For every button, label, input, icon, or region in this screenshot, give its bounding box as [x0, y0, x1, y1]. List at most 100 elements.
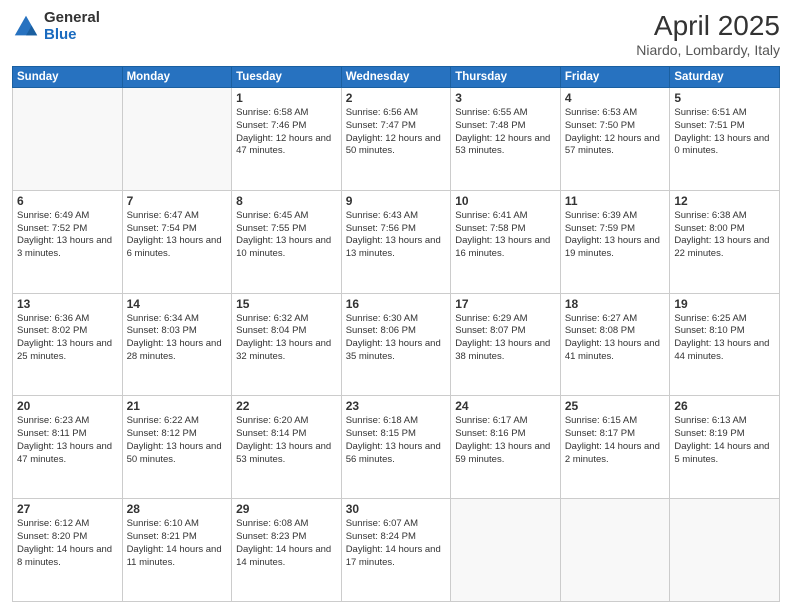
day-info: Sunrise: 6:13 AM Sunset: 8:19 PM Dayligh…	[674, 415, 775, 466]
calendar-cell: 23 Sunrise: 6:18 AM Sunset: 8:15 PM Dayli…	[341, 396, 451, 499]
calendar-cell: 10Sunrise: 6:41 AM Sunset: 7:58 PM Dayli…	[451, 190, 561, 293]
calendar-cell	[451, 499, 561, 602]
calendar-cell: 21Sunrise: 6:22 AM Sunset: 8:12 PM Dayli…	[122, 396, 232, 499]
col-wednesday: Wednesday	[341, 67, 451, 88]
day-info: Sunrise: 6:25 AM Sunset: 8:10 PM Dayligh…	[674, 313, 775, 364]
calendar-cell	[122, 88, 232, 191]
day-info: Sunrise: 6:36 AM Sunset: 8:02 PM Dayligh…	[17, 313, 118, 364]
day-number: 25	[565, 399, 666, 413]
day-number: 2	[346, 91, 447, 105]
day-number: 28	[127, 502, 228, 516]
calendar-cell: 25 Sunrise: 6:15 AM Sunset: 8:17 PM Dayli…	[560, 396, 670, 499]
calendar-cell: 24 Sunrise: 6:17 AM Sunset: 8:16 PM Dayli…	[451, 396, 561, 499]
day-info: Sunrise: 6:53 AM Sunset: 7:50 PM Dayligh…	[565, 107, 666, 158]
col-monday: Monday	[122, 67, 232, 88]
calendar-cell: 7 Sunrise: 6:47 AM Sunset: 7:54 PM Daylig…	[122, 190, 232, 293]
calendar-cell: 8 Sunrise: 6:45 AM Sunset: 7:55 PM Daylig…	[232, 190, 342, 293]
calendar-cell: 5Sunrise: 6:51 AM Sunset: 7:51 PM Daylig…	[670, 88, 780, 191]
day-info: Sunrise: 6:39 AM Sunset: 7:59 PM Dayligh…	[565, 210, 666, 261]
day-info: Sunrise: 6:38 AM Sunset: 8:00 PM Dayligh…	[674, 210, 775, 261]
day-info: Sunrise: 6:34 AM Sunset: 8:03 PM Dayligh…	[127, 313, 228, 364]
day-info: Sunrise: 6:15 AM Sunset: 8:17 PM Dayligh…	[565, 415, 666, 466]
day-info: Sunrise: 6:32 AM Sunset: 8:04 PM Dayligh…	[236, 313, 337, 364]
day-number: 12	[674, 194, 775, 208]
calendar-cell: 26 Sunrise: 6:13 AM Sunset: 8:19 PM Dayli…	[670, 396, 780, 499]
day-info: Sunrise: 6:17 AM Sunset: 8:16 PM Dayligh…	[455, 415, 556, 466]
day-number: 6	[17, 194, 118, 208]
calendar-cell: 15 Sunrise: 6:32 AM Sunset: 8:04 PM Dayli…	[232, 293, 342, 396]
calendar-cell: 30 Sunrise: 6:07 AM Sunset: 8:24 PM Dayli…	[341, 499, 451, 602]
day-number: 23	[346, 399, 447, 413]
day-number: 14	[127, 297, 228, 311]
calendar-cell: 4 Sunrise: 6:53 AM Sunset: 7:50 PM Daylig…	[560, 88, 670, 191]
day-number: 22	[236, 399, 337, 413]
calendar-week-row: 20 Sunrise: 6:23 AM Sunset: 8:11 PM Dayli…	[13, 396, 780, 499]
day-info: Sunrise: 6:23 AM Sunset: 8:11 PM Dayligh…	[17, 415, 118, 466]
header: General Blue April 2025 Niardo, Lombardy…	[12, 10, 780, 58]
calendar-cell: 22 Sunrise: 6:20 AM Sunset: 8:14 PM Dayli…	[232, 396, 342, 499]
calendar-week-row: 1Sunrise: 6:58 AM Sunset: 7:46 PM Daylig…	[13, 88, 780, 191]
day-info: Sunrise: 6:18 AM Sunset: 8:15 PM Dayligh…	[346, 415, 447, 466]
calendar-cell	[670, 499, 780, 602]
calendar-week-row: 6 Sunrise: 6:49 AM Sunset: 7:52 PM Daylig…	[13, 190, 780, 293]
day-info: Sunrise: 6:10 AM Sunset: 8:21 PM Dayligh…	[127, 518, 228, 569]
day-number: 26	[674, 399, 775, 413]
day-info: Sunrise: 6:07 AM Sunset: 8:24 PM Dayligh…	[346, 518, 447, 569]
logo: General Blue	[12, 10, 100, 43]
day-info: Sunrise: 6:20 AM Sunset: 8:14 PM Dayligh…	[236, 415, 337, 466]
calendar-cell: 27Sunrise: 6:12 AM Sunset: 8:20 PM Dayli…	[13, 499, 123, 602]
day-number: 19	[674, 297, 775, 311]
calendar-cell: 3Sunrise: 6:55 AM Sunset: 7:48 PM Daylig…	[451, 88, 561, 191]
calendar-header-row: Sunday Monday Tuesday Wednesday Thursday…	[13, 67, 780, 88]
day-info: Sunrise: 6:27 AM Sunset: 8:08 PM Dayligh…	[565, 313, 666, 364]
day-info: Sunrise: 6:45 AM Sunset: 7:55 PM Dayligh…	[236, 210, 337, 261]
day-number: 10	[455, 194, 556, 208]
calendar-cell: 6 Sunrise: 6:49 AM Sunset: 7:52 PM Daylig…	[13, 190, 123, 293]
calendar-cell: 17 Sunrise: 6:29 AM Sunset: 8:07 PM Dayli…	[451, 293, 561, 396]
calendar-week-row: 13 Sunrise: 6:36 AM Sunset: 8:02 PM Dayli…	[13, 293, 780, 396]
day-number: 17	[455, 297, 556, 311]
calendar-cell: 14 Sunrise: 6:34 AM Sunset: 8:03 PM Dayli…	[122, 293, 232, 396]
day-number: 20	[17, 399, 118, 413]
day-number: 29	[236, 502, 337, 516]
day-info: Sunrise: 6:49 AM Sunset: 7:52 PM Dayligh…	[17, 210, 118, 261]
day-number: 21	[127, 399, 228, 413]
col-thursday: Thursday	[451, 67, 561, 88]
calendar-cell: 20 Sunrise: 6:23 AM Sunset: 8:11 PM Dayli…	[13, 396, 123, 499]
calendar-cell	[13, 88, 123, 191]
logo-icon	[12, 13, 40, 41]
title-block: April 2025 Niardo, Lombardy, Italy	[636, 10, 780, 58]
day-number: 11	[565, 194, 666, 208]
day-number: 15	[236, 297, 337, 311]
day-info: Sunrise: 6:56 AM Sunset: 7:47 PM Dayligh…	[346, 107, 447, 158]
calendar-cell: 1Sunrise: 6:58 AM Sunset: 7:46 PM Daylig…	[232, 88, 342, 191]
calendar-cell: 12 Sunrise: 6:38 AM Sunset: 8:00 PM Dayli…	[670, 190, 780, 293]
col-sunday: Sunday	[13, 67, 123, 88]
calendar-cell: 9Sunrise: 6:43 AM Sunset: 7:56 PM Daylig…	[341, 190, 451, 293]
day-info: Sunrise: 6:58 AM Sunset: 7:46 PM Dayligh…	[236, 107, 337, 158]
month-title: April 2025	[636, 10, 780, 42]
day-info: Sunrise: 6:51 AM Sunset: 7:51 PM Dayligh…	[674, 107, 775, 158]
logo-text: General Blue	[44, 10, 100, 43]
day-number: 16	[346, 297, 447, 311]
day-number: 7	[127, 194, 228, 208]
day-info: Sunrise: 6:29 AM Sunset: 8:07 PM Dayligh…	[455, 313, 556, 364]
calendar-table: Sunday Monday Tuesday Wednesday Thursday…	[12, 66, 780, 602]
day-number: 13	[17, 297, 118, 311]
calendar-cell: 28 Sunrise: 6:10 AM Sunset: 8:21 PM Dayli…	[122, 499, 232, 602]
calendar-cell: 13 Sunrise: 6:36 AM Sunset: 8:02 PM Dayli…	[13, 293, 123, 396]
logo-general-text: General	[44, 10, 100, 27]
day-number: 24	[455, 399, 556, 413]
day-number: 27	[17, 502, 118, 516]
col-saturday: Saturday	[670, 67, 780, 88]
calendar-cell: 29Sunrise: 6:08 AM Sunset: 8:23 PM Dayli…	[232, 499, 342, 602]
day-number: 9	[346, 194, 447, 208]
day-number: 30	[346, 502, 447, 516]
col-friday: Friday	[560, 67, 670, 88]
day-number: 8	[236, 194, 337, 208]
day-info: Sunrise: 6:47 AM Sunset: 7:54 PM Dayligh…	[127, 210, 228, 261]
calendar-cell: 11 Sunrise: 6:39 AM Sunset: 7:59 PM Dayli…	[560, 190, 670, 293]
day-number: 4	[565, 91, 666, 105]
calendar-cell: 2 Sunrise: 6:56 AM Sunset: 7:47 PM Daylig…	[341, 88, 451, 191]
logo-blue-text: Blue	[44, 27, 100, 44]
